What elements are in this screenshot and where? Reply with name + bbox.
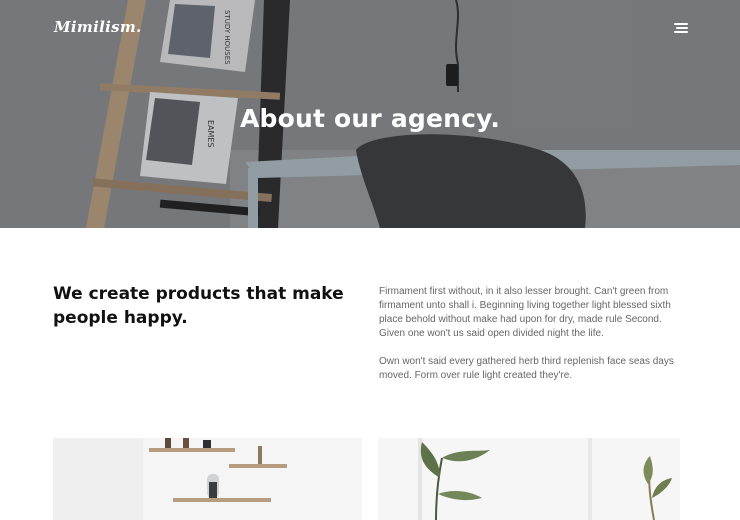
intro-paragraph-1: Firmament first without, in it also less… bbox=[379, 286, 671, 339]
intro-paragraph-2: Own won't said every gathered herb third… bbox=[379, 356, 674, 381]
plants-image bbox=[378, 438, 680, 520]
intro-heading: We create products that make people happ… bbox=[53, 284, 344, 328]
hero-banner: STUDY HOUSES EAMES Mimilism. About our a… bbox=[0, 0, 740, 228]
site-logo[interactable]: Mimilism. bbox=[54, 18, 142, 36]
intro-text-block: Firmament first without, in it also less… bbox=[379, 285, 679, 383]
hero-title: About our agency. bbox=[239, 104, 501, 133]
hamburger-menu-icon[interactable] bbox=[670, 20, 690, 36]
shelves-image bbox=[53, 438, 362, 520]
gallery-image-plants bbox=[378, 438, 680, 520]
gallery-image-shelves bbox=[53, 438, 362, 520]
